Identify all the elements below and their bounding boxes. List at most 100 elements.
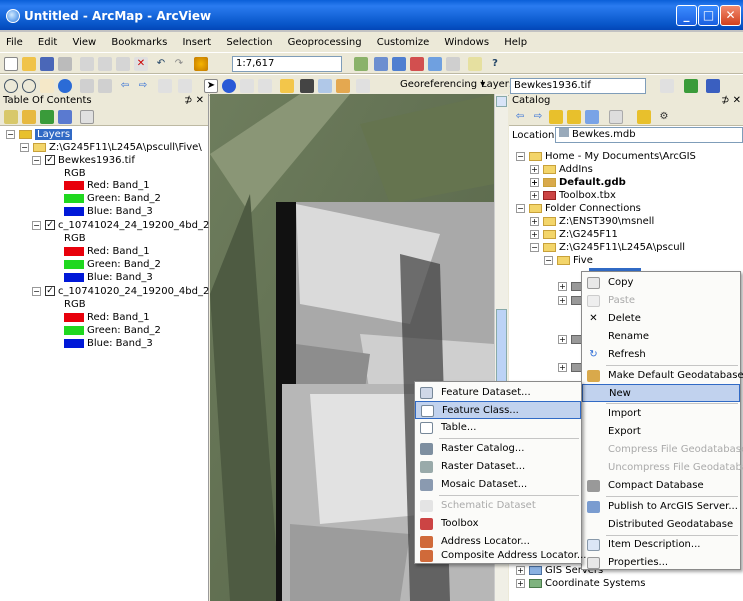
catalog-window-icon[interactable] (392, 57, 406, 71)
layer-c10741024[interactable]: − ✓ c_10741024_24_19200_4bd_2008. (32, 220, 232, 232)
toggle-contents-icon[interactable] (637, 110, 651, 124)
menu-item-rename[interactable]: Rename (582, 328, 740, 346)
menu-item-uncompress[interactable]: Uncompress File Geodatabase... (582, 459, 743, 477)
python-window-icon[interactable] (446, 57, 460, 71)
menu-item-new[interactable]: New (582, 384, 740, 402)
tree-home[interactable]: − Home - My Documents\ArcGIS (516, 151, 696, 163)
back-extent-icon[interactable]: ⇦ (118, 79, 132, 93)
undo-icon[interactable]: ↶ (154, 57, 168, 71)
launch-arctoolbox-icon[interactable]: ⚙ (657, 110, 671, 124)
menu-item-compress[interactable]: Compress File Geodatabase... (582, 441, 743, 459)
model-builder-icon[interactable] (468, 57, 482, 71)
folder-group[interactable]: − Z:\G245F11\L245A\pscull\Five\ (20, 142, 202, 154)
menu-item-paste[interactable]: Paste (582, 292, 740, 310)
table-of-contents-icon[interactable] (374, 57, 388, 71)
open-icon[interactable] (22, 57, 36, 71)
fixed-zoom-out-icon[interactable] (98, 79, 112, 93)
redo-icon[interactable]: ↷ (172, 57, 186, 71)
submenu-schematic-dataset[interactable]: Schematic Dataset (415, 497, 581, 515)
zoom-in-icon[interactable] (4, 79, 18, 93)
tree-addins[interactable]: + AddIns (530, 164, 593, 176)
views-icon[interactable] (609, 110, 623, 124)
menu-item-export[interactable]: Export (582, 423, 740, 441)
submenu-mosaic-dataset[interactable]: Mosaic Dataset... (415, 476, 581, 494)
list-by-visibility-icon[interactable] (40, 110, 54, 124)
submenu-table[interactable]: Table... (415, 419, 581, 437)
menu-item-compact[interactable]: Compact Database (582, 477, 740, 495)
tree-conn-g245f11[interactable]: + Z:\G245F11 (530, 229, 618, 241)
tree-toolbox[interactable]: + Toolbox.tbx (530, 190, 616, 202)
save-icon[interactable] (40, 57, 54, 71)
list-by-selection-icon[interactable] (58, 110, 72, 124)
submenu-feature-dataset[interactable]: Feature Dataset... (415, 384, 581, 402)
menu-geoprocessing[interactable]: Geoprocessing (282, 34, 368, 52)
layer-bewkes1936[interactable]: − ✓ Bewkes1936.tif (32, 155, 135, 167)
tree-coordinate-systems[interactable]: + Coordinate Systems (516, 578, 646, 590)
menu-item-copy[interactable]: Copy (582, 274, 740, 292)
tree-five[interactable]: − Five (544, 255, 593, 267)
submenu-raster-catalog[interactable]: Raster Catalog... (415, 440, 581, 458)
help-icon[interactable]: ? (488, 57, 502, 71)
submenu-composite-address-locator[interactable]: Composite Address Locator... (415, 547, 586, 565)
menu-item-description[interactable]: Item Description... (582, 536, 740, 554)
menu-item-properties[interactable]: Properties... (582, 554, 740, 572)
home-folder-icon[interactable] (567, 110, 581, 124)
menu-windows[interactable]: Windows (438, 34, 495, 52)
submenu-toolbox[interactable]: Toolbox (415, 515, 581, 533)
fixed-zoom-in-icon[interactable] (80, 79, 94, 93)
up-one-level-icon[interactable] (549, 110, 563, 124)
menu-item-refresh[interactable]: ↻ Refresh (582, 346, 740, 364)
full-extent-icon[interactable] (58, 79, 72, 93)
menu-selection[interactable]: Selection (220, 34, 278, 52)
forward-icon[interactable]: ⇨ (531, 110, 545, 124)
menu-insert[interactable]: Insert (176, 34, 217, 52)
layer-c10741020[interactable]: − ✓ c_10741020_24_19200_4bd_2008. (32, 286, 232, 298)
layer-select[interactable]: Bewkes1936.tif (510, 78, 646, 94)
minimize-button[interactable]: _ (676, 5, 697, 26)
map-scale-field[interactable]: 1:7,617 (232, 56, 342, 72)
tree-folder-connections[interactable]: − Folder Connections (516, 203, 641, 215)
hyperlink-icon[interactable] (240, 79, 254, 93)
submenu-feature-class[interactable]: Feature Class... (415, 401, 581, 419)
clear-selection-icon[interactable] (178, 79, 192, 93)
catalog-pin-icon[interactable]: ⊅ ✕ (721, 94, 741, 108)
menu-bookmarks[interactable]: Bookmarks (105, 34, 173, 52)
rotate-icon[interactable] (660, 79, 674, 93)
find-route-icon[interactable] (318, 79, 332, 93)
delete-icon[interactable]: ✕ (134, 57, 148, 71)
add-data-icon[interactable] (194, 57, 208, 71)
tree-default-gdb[interactable]: + Default.gdb (530, 177, 626, 189)
layers-frame[interactable]: − Layers (6, 129, 73, 141)
menu-item-distributed[interactable]: Distributed Geodatabase (582, 516, 740, 534)
layer-visibility-checkbox[interactable]: ✓ (45, 155, 55, 165)
menu-edit[interactable]: Edit (32, 34, 63, 52)
forward-extent-icon[interactable]: ⇨ (136, 79, 150, 93)
measure-icon[interactable] (280, 79, 294, 93)
find-icon[interactable] (300, 79, 314, 93)
layer-visibility-checkbox[interactable]: ✓ (45, 220, 55, 230)
paste-icon[interactable] (116, 57, 130, 71)
list-by-source-icon[interactable] (22, 110, 36, 124)
menu-item-delete[interactable]: ✕ Delete (582, 310, 740, 328)
select-features-icon[interactable] (158, 79, 172, 93)
select-elements-icon[interactable]: ➤ (204, 79, 218, 93)
connect-folder-icon[interactable] (585, 110, 599, 124)
list-by-drawing-order-icon[interactable] (4, 110, 18, 124)
identify-icon[interactable] (222, 79, 236, 93)
window-title-bar[interactable]: Untitled - ArcMap - ArcView (0, 0, 743, 32)
close-button[interactable]: ✕ (720, 5, 741, 26)
print-icon[interactable] (58, 57, 72, 71)
menu-item-publish[interactable]: Publish to ArcGIS Server... (582, 498, 740, 516)
location-field[interactable]: Bewkes.mdb (555, 127, 743, 143)
tree-conn-pscull[interactable]: − Z:\G245F11\L245A\pscull (530, 242, 685, 254)
menu-item-import[interactable]: Import (582, 405, 740, 423)
html-popup-icon[interactable] (258, 79, 272, 93)
arctoolbox-icon[interactable] (428, 57, 442, 71)
editor-toolbar-icon[interactable] (354, 57, 368, 71)
pan-icon[interactable] (40, 79, 54, 93)
add-control-points-icon[interactable] (684, 79, 698, 93)
scroll-up-arrow[interactable] (496, 96, 507, 107)
menu-item-make-default[interactable]: Make Default Geodatabase (582, 367, 743, 385)
zoom-out-icon[interactable] (22, 79, 36, 93)
view-link-table-icon[interactable] (706, 79, 720, 93)
